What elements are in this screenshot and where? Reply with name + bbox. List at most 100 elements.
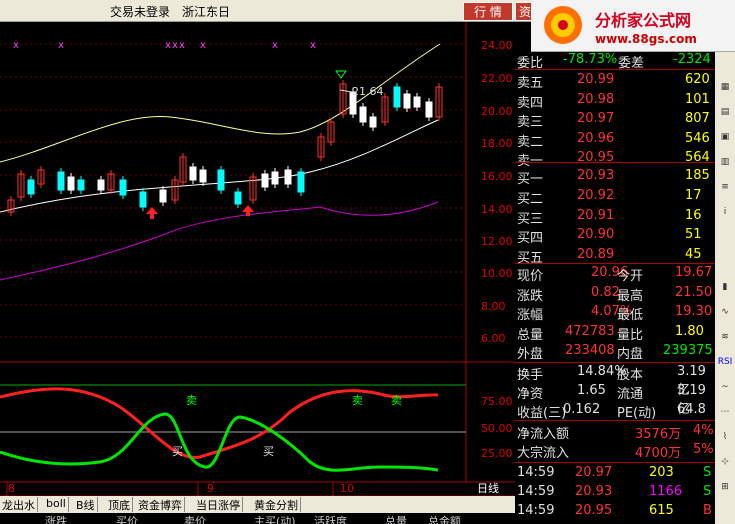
period-label[interactable]: 日线 (477, 481, 499, 495)
sell-label: 卖 (352, 394, 363, 407)
kline-icon[interactable]: ▥ (717, 157, 733, 173)
quote-label: 涨幅 (517, 308, 544, 323)
grid-icon[interactable]: ▣ (717, 132, 733, 148)
svg-text:x: x (272, 40, 278, 51)
candle (77, 179, 85, 191)
indicator-tab[interactable]: B线 (74, 497, 98, 512)
price-tick: 10.00 (481, 267, 513, 280)
quote-row: 买三 20.91 16 (515, 208, 715, 227)
stat-value: 64.8 (677, 402, 706, 417)
quote-row: 净资 1.65 流通 3.19亿 (515, 383, 715, 417)
quote-row: 现价 20.96 今开 19.67 (515, 265, 715, 284)
dmi-icon[interactable]: ⊹ (717, 457, 733, 473)
quote-value: 239375 (663, 343, 713, 358)
flow-value: 3576万 (635, 427, 682, 442)
wr-icon[interactable]: ∼ (717, 382, 733, 398)
flow-value: 4700万 (635, 446, 682, 461)
weibi-row: 委比 -78.73% 委差 -2324 (515, 52, 715, 71)
sell-volume: 807 (685, 111, 710, 126)
candle (284, 169, 292, 185)
bar-icon[interactable]: ▤ (717, 107, 733, 123)
column-header-label[interactable]: 主买(动) (254, 513, 296, 524)
stock-name: 浙江东日 (182, 5, 231, 19)
tick-time: 14:59 (517, 503, 555, 518)
chart-icon[interactable]: ▦ (717, 82, 733, 98)
info-icon[interactable]: i (717, 207, 733, 223)
quote-row: 换手 14.84% 股本 3.19亿 (515, 364, 715, 398)
indicator-tab[interactable]: 龙出水 (0, 497, 38, 512)
quote-label: 总量 (517, 327, 544, 343)
svg-text:x: x (310, 40, 316, 51)
separator (515, 462, 715, 463)
quote-label: 最高 (617, 288, 644, 304)
quote-value: 233408 (565, 343, 615, 358)
quote-row: 买一 20.93 185 (515, 168, 715, 187)
weicha-value: -2324 (673, 52, 711, 67)
stat-label: PE(动) (617, 406, 657, 421)
buy-label: 买 (172, 445, 183, 458)
quote-label: 今开 (617, 269, 644, 284)
login-status: 交易未登录 (110, 5, 171, 19)
list-icon[interactable]: ≡ (717, 182, 733, 198)
buy-label: 买 (263, 445, 274, 458)
quote-row: 买二 20.92 17 (515, 188, 715, 207)
quote-row: 14:59 20.97 203 S (515, 465, 715, 483)
column-header-label[interactable]: 卖价 (184, 513, 206, 524)
candle (159, 189, 167, 203)
tool-icon[interactable]: ⊞ (717, 482, 733, 498)
svg-text:x: x (58, 40, 64, 51)
quote-value: 21.50 (675, 284, 713, 300)
sell-label: 卖 (186, 394, 197, 407)
indicator-tab[interactable]: boll (44, 497, 69, 512)
column-header-label[interactable]: 总量 (385, 513, 407, 524)
indicator-tab[interactable]: 顶底 (106, 497, 133, 512)
quote-panel: 委比 -78.73% 委差 -2324 卖五 20.99 620 卖四 20.98 101… (515, 52, 715, 518)
indicator-tick: 75.00 (481, 395, 513, 408)
price-tick: 24.00 (481, 39, 513, 52)
buy-level-label: 买四 (517, 231, 544, 247)
stat-label: 净资 (517, 387, 544, 402)
svg-text:x: x (172, 40, 178, 51)
tick-price: 20.93 (575, 484, 613, 499)
quote-button[interactable]: 行 情 (463, 2, 513, 21)
candle (67, 176, 75, 191)
buy-price: 20.93 (577, 168, 615, 183)
indicator-axis: 75.00 50.00 25.00 (481, 395, 513, 460)
side-toolbar: ▦ ▤ ▣ ▥ ≡ i ▮ ∿ ≋ RSI ∼ ⋯ ⌇ ⊹ ⊞ (715, 52, 735, 524)
indicator-tab[interactable]: 黄金分割 (252, 497, 301, 512)
candle (369, 116, 377, 128)
indicator-tab[interactable]: 当日涨停 (194, 497, 243, 512)
candle (393, 86, 401, 108)
volume-icon[interactable]: ▮ (717, 282, 733, 298)
macd-icon[interactable]: ∿ (717, 307, 733, 323)
indicator-tabs: 龙出水 boll B线 顶底 资金博弈 当日涨停 黄金分割 (0, 496, 515, 513)
obv-icon[interactable]: ⌇ (717, 432, 733, 448)
stat-label: 换手 (517, 368, 544, 383)
price-tick: 6.00 (481, 332, 506, 345)
candle (297, 171, 305, 193)
quote-label: 现价 (517, 269, 544, 284)
rsi-icon[interactable]: RSI (717, 357, 733, 373)
month-tick: 8 (8, 482, 15, 495)
column-header-label[interactable]: 涨跌 (45, 513, 67, 524)
vr-icon[interactable]: ⋯ (717, 407, 733, 423)
sell-level-label: 卖三 (517, 115, 544, 130)
quote-label: 最低 (617, 308, 644, 323)
column-header-label[interactable]: 总金额 (428, 513, 461, 524)
stat-value: 1.65 (577, 383, 606, 398)
indicator-tab[interactable]: 资金博弈 (136, 497, 185, 512)
column-header-label[interactable]: 买价 (116, 513, 138, 524)
kline-chart[interactable]: xxxxxxxx 21.64 卖 卖 卖 买 买 24.0022.0020.00… (0, 22, 515, 501)
column-header-label[interactable]: 活跃度 (314, 513, 347, 524)
tick-side: S (703, 484, 712, 499)
indicator-tick: 25.00 (481, 447, 513, 460)
sell-price: 20.98 (577, 91, 615, 107)
separator (515, 69, 715, 70)
flow-label: 大宗流入 (517, 446, 570, 461)
kdj-icon[interactable]: ≋ (717, 332, 733, 348)
sell-volume: 546 (685, 130, 710, 146)
sell-level-label: 卖一 (517, 154, 544, 169)
price-tick: 8.00 (481, 300, 506, 313)
candle (403, 93, 411, 109)
quote-row: 涨跌 0.82 最高 21.50 (515, 284, 715, 304)
